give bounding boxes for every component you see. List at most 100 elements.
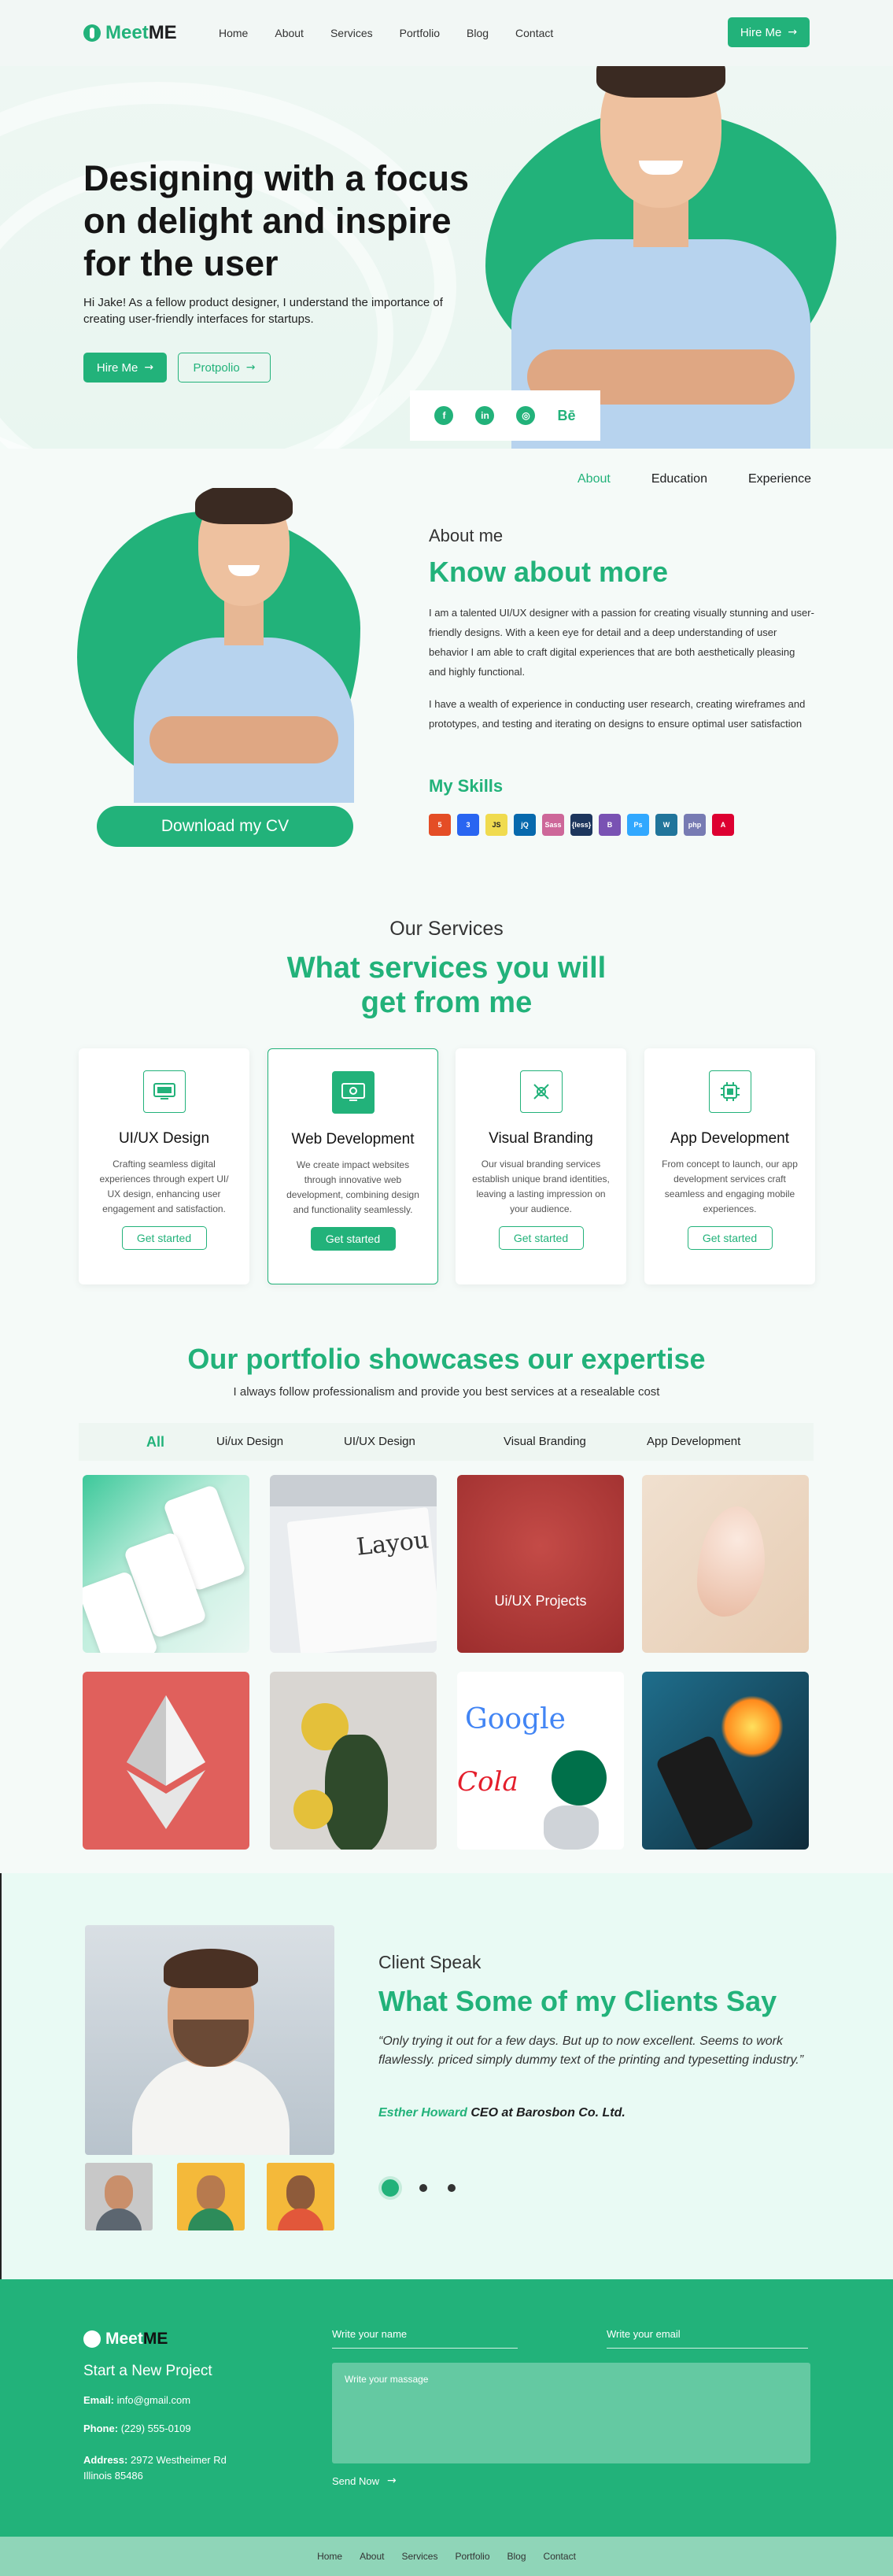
get-started-button[interactable]: Get started [687,1226,773,1250]
clients-section: Client Speak What Some of my Clients Say… [0,1873,893,2279]
get-started-button[interactable]: Get started [121,1226,207,1250]
message-textarea[interactable]: Write your massage [332,2363,810,2463]
portfolio-section: Our portfolio showcases our expertise I … [0,1291,893,1873]
skill-icon: JS [485,814,507,836]
footer-nav-portfolio[interactable]: Portfolio [455,2551,489,2562]
portfolio-item-sketchbook[interactable]: Layou [270,1475,437,1653]
clients-eyebrow: Client Speak [378,1952,482,1972]
social-links: f in ◎ Bē [410,390,600,441]
brand-logo[interactable]: MeetME [83,22,177,44]
skill-icon: Ps [627,814,649,836]
portfolio-item-smartphone[interactable] [642,1672,809,1850]
filter-app-development[interactable]: App Development [647,1435,740,1448]
dribbble-icon[interactable]: ◎ [516,406,536,425]
carousel-dot[interactable] [419,2184,427,2192]
footer-address-line2: Illinois 85486 [83,2470,143,2482]
nav-contact[interactable]: Contact [515,27,553,39]
tab-education[interactable]: Education [651,472,707,486]
footer-phone-value[interactable]: (229) 555-0109 [121,2423,191,2434]
filter-all[interactable]: All [146,1434,164,1451]
arrow-right-icon: → [386,2474,397,2487]
skill-icon: B [599,814,621,836]
footer-email: Email: info@gmail.com [83,2394,190,2406]
brand-name-part2: ME [142,2330,168,2348]
services-heading-line2: get from me [360,986,533,1019]
client-main-photo [85,1925,334,2155]
skill-icon: Sass [542,814,564,836]
carousel-dot[interactable] [448,2184,456,2192]
filter-uiux-design-2[interactable]: UI/UX Design [344,1435,415,1448]
portfolio-item-flowers[interactable] [270,1672,437,1850]
portfolio-overlay-label: Ui/UX Projects [494,1593,587,1609]
about-eyebrow: About me [429,526,504,545]
download-cv-button[interactable]: Download my CV [97,806,353,847]
hero-section: Designing with a focus on delight and in… [0,66,893,449]
nav-blog[interactable]: Blog [467,27,489,39]
skill-icon: 3 [457,814,479,836]
behance-icon[interactable]: Bē [557,406,575,425]
portfolio-item-brand-logos[interactable]: Google Cola [457,1672,624,1850]
filter-uiux-design[interactable]: Ui/ux Design [216,1435,283,1448]
footer-email-label: Email: [83,2394,115,2406]
nav-about[interactable]: About [275,27,304,39]
monitor-icon [142,1070,186,1113]
footer-nav-services[interactable]: Services [401,2551,437,2562]
name-input[interactable]: Write your name [332,2328,518,2349]
send-now-button[interactable]: Send Now → [332,2474,397,2487]
nav-services[interactable]: Services [330,27,373,39]
footer-address: Address: 2972 Westheimer Rd Illinois 854… [83,2452,227,2484]
footer-logo[interactable]: MeetME [83,2330,168,2349]
arrow-right-icon: → [144,361,154,374]
filter-visual-branding[interactable]: Visual Branding [504,1435,586,1448]
portfolio-item-uiux-projects[interactable]: Ui/UX Projects [457,1475,624,1653]
portfolio-item-abstract-shape[interactable] [642,1475,809,1653]
skill-icon: W [655,814,677,836]
service-card-app[interactable]: App Development From concept to launch, … [644,1048,815,1284]
service-card-web[interactable]: Web Development We create impact website… [268,1048,438,1284]
facebook-icon[interactable]: f [434,406,454,425]
google-logo-text: Google [465,1703,566,1735]
client-thumb-3[interactable] [267,2163,334,2230]
portfolio-item-app-screens[interactable] [83,1475,249,1653]
tab-about[interactable]: About [577,472,611,486]
client-thumb-2[interactable] [177,2163,245,2230]
web-dev-icon [331,1071,375,1114]
nav-portfolio[interactable]: Portfolio [400,27,440,39]
skill-icon: php [684,814,706,836]
hero-hire-label: Hire Me [96,360,138,375]
footer-email-value[interactable]: info@gmail.com [117,2394,190,2406]
service-card-uiux[interactable]: UI/UX Design Crafting seamless digital e… [79,1048,249,1284]
tab-experience[interactable]: Experience [748,472,811,486]
main-nav: Home About Services Portfolio Blog Conta… [219,27,553,39]
services-section: Our Services What services you will get … [0,866,893,1291]
footer-nav-contact[interactable]: Contact [544,2551,576,2562]
hero-portfolio-button[interactable]: Protpolio → [178,353,271,383]
linkedin-icon[interactable]: in [475,406,495,425]
email-input[interactable]: Write your email [607,2328,808,2349]
footer-nav-blog[interactable]: Blog [507,2551,526,2562]
services-heading: What services you will get from me [0,951,893,1020]
carousel-dot-active[interactable] [378,2176,402,2200]
service-card-text: Our visual branding services establish u… [472,1159,610,1214]
client-thumb-1[interactable] [85,2163,153,2230]
client-company: CEO at Barosbon Co. Ltd. [470,2106,625,2120]
skills-list: 5 3 JS jQ Sass {less} B Ps Wphp A [429,814,734,836]
nav-home[interactable]: Home [219,27,248,39]
footer-nav-home[interactable]: Home [317,2551,342,2562]
hero-hire-button[interactable]: Hire Me → [83,353,167,383]
brand-name-part2: ME [148,22,177,43]
get-started-button[interactable]: Get started [498,1226,584,1250]
portfolio-item-ethereum[interactable] [83,1672,249,1850]
header-hire-button[interactable]: Hire Me → [728,17,810,47]
cola-logo-text: Cola [457,1766,518,1798]
service-card-branding[interactable]: Visual Branding Our visual branding serv… [456,1048,626,1284]
skill-icon: 5 [429,814,451,836]
footer-bottom-bar: Home About Services Portfolio Blog Conta… [0,2537,893,2576]
footer-nav-about[interactable]: About [360,2551,384,2562]
about-paragraph-2: I have a wealth of experience in conduct… [429,698,806,730]
clients-heading: What Some of my Clients Say [378,1985,777,2017]
site-footer: MeetME Start a New Project Email: info@g… [0,2279,893,2576]
get-started-button[interactable]: Get started [310,1227,396,1251]
message-placeholder: Write your massage [345,2374,429,2385]
hero-portfolio-label: Protpolio [193,360,240,375]
